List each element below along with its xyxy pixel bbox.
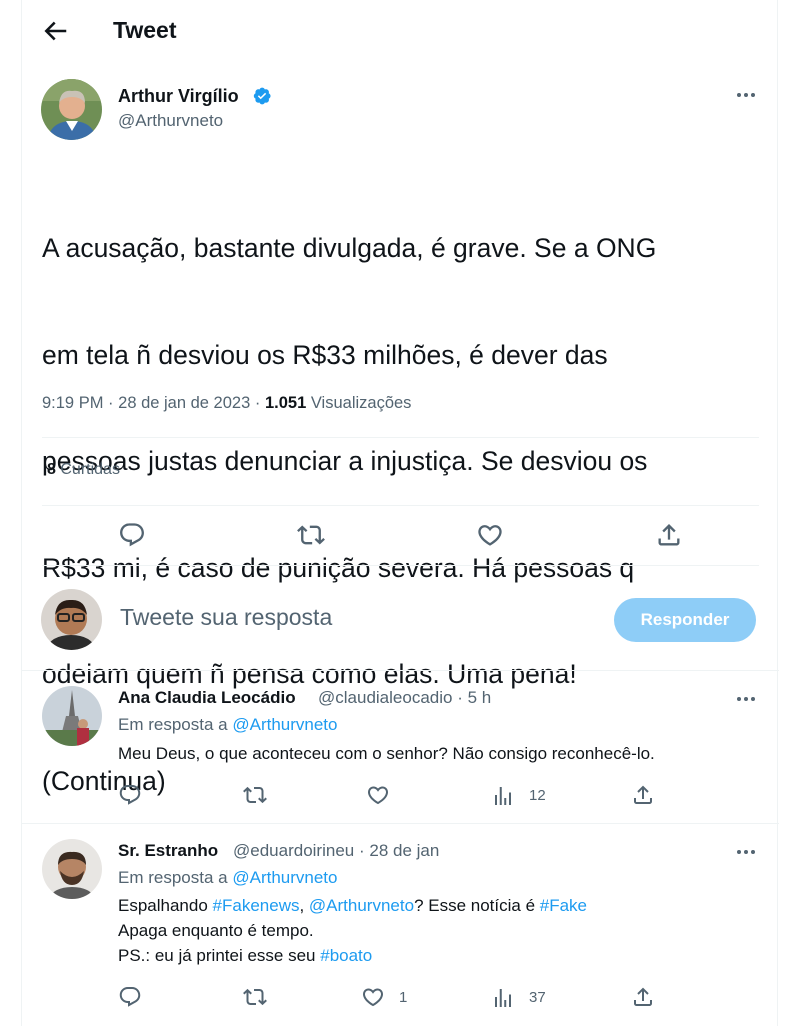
views-count: 12 [529,787,546,804]
separator: · [254,394,261,412]
like-icon[interactable] [476,521,504,549]
hashtag-link[interactable]: #Fake [540,896,587,915]
verified-badge-icon [252,86,272,106]
reply-text: Meu Deus, o que aconteceu com o senhor? … [118,744,655,763]
reply-author-meta: @eduardoirineu · 28 de jan [233,841,439,861]
likes-count: 1 [399,989,408,1006]
reply-author-name[interactable]: Sr. Estranho [118,841,218,861]
like-icon[interactable] [361,985,385,1009]
reply-author-name[interactable]: Ana Claudia Leocádio [118,688,296,708]
author-avatar[interactable] [41,79,102,140]
reply-time[interactable]: 28 de jan [369,841,439,860]
reply-text-line: Apaga enquanto é tempo. [118,921,314,940]
divider [42,505,759,506]
separator: · [108,394,114,412]
tweet-text-line: A acusação, bastante divulgada, é grave.… [42,233,657,263]
likes-label: Curtidas [60,461,120,478]
reply-icon[interactable] [118,521,146,549]
in-reply-label: Em resposta a [118,868,228,887]
top-bar: Tweet [22,0,779,62]
share-icon[interactable] [631,783,655,807]
divider [42,437,759,438]
reply-avatar[interactable] [42,839,102,899]
in-reply-to: Em resposta a @Arthurvneto [118,868,337,888]
in-reply-label: Em resposta a [118,715,228,734]
share-icon[interactable] [631,985,655,1009]
tweet-text-line: pessoas justas denunciar a injustiça. Se… [42,446,648,476]
views-count: 37 [529,989,546,1006]
author-handle[interactable]: @Arthurvneto [118,111,223,131]
reply-icon[interactable] [118,783,142,807]
mention-link[interactable]: @Arthurvneto [309,896,414,915]
views-icon[interactable] [491,986,515,1010]
reply-author-handle[interactable]: @eduardoirineu [233,841,354,860]
hashtag-link[interactable]: #boato [320,946,372,965]
retweet-icon[interactable] [243,783,267,807]
more-options-icon[interactable] [732,688,760,710]
text-fragment: PS.: eu já printei esse seu [118,946,321,965]
like-icon[interactable] [366,783,390,807]
views-icon[interactable] [491,784,515,808]
divider [22,670,779,671]
separator: · [457,688,463,707]
in-reply-handle-link[interactable]: @Arthurvneto [232,715,337,734]
reply-author-handle[interactable]: @claudialeocadio [318,688,452,707]
tweet-date[interactable]: 28 de jan de 2023 [118,394,250,412]
reply-avatar[interactable] [42,686,102,746]
text-fragment: ? Esse notícia é [414,896,540,915]
more-options-icon[interactable] [732,841,760,863]
text-fragment: , [299,896,309,915]
reply-text: Espalhando #Fakenews, @Arthurvneto? Esse… [118,893,587,968]
tweet-text-line: R$33 mi, é caso de punição severa. Há pe… [42,552,635,583]
current-user-avatar[interactable] [41,589,102,650]
separator: · [358,841,365,860]
reply-icon[interactable] [118,985,142,1009]
divider [42,565,759,566]
retweet-icon[interactable] [243,985,267,1009]
text-fragment: Espalhando [118,896,213,915]
in-reply-handle-link[interactable]: @Arthurvneto [232,868,337,887]
likes-summary[interactable]: 8 Curtidas [47,461,120,479]
hashtag-link[interactable]: #Fakenews [213,896,300,915]
reply-text-line: Espalhando #Fakenews, @Arthurvneto? Esse… [118,893,587,918]
more-options-icon[interactable] [732,84,760,106]
back-arrow-icon[interactable] [40,16,70,46]
tweet-text-line: em tela ñ desviou os R$33 milhões, é dev… [42,339,608,370]
reply-author-meta: @claudialeocadio · 5 h [318,688,491,708]
views-label: Visualizações [310,394,412,412]
views-count: 1.051 [264,394,307,412]
in-reply-to: Em resposta a @Arthurvneto [118,715,337,735]
page-title: Tweet [113,17,177,43]
author-name[interactable]: Arthur Virgílio [118,86,239,107]
reply-input[interactable]: Tweete sua resposta [120,604,332,631]
divider [22,823,779,824]
tweet-time[interactable]: 9:19 PM [42,394,103,412]
tweet-metadata: 9:19 PM · 28 de jan de 2023 · 1.051 Visu… [42,394,411,413]
reply-text-line: PS.: eu já printei esse seu #boato [118,943,587,968]
share-icon[interactable] [655,521,683,549]
reply-submit-button[interactable]: Responder [614,598,756,642]
reply-time[interactable]: 5 h [468,688,492,707]
retweet-icon[interactable] [297,521,325,549]
tweet-column: Tweet Arthur Virgílio @Arthurvneto A acu… [21,0,779,1026]
likes-count: 8 [47,461,56,478]
